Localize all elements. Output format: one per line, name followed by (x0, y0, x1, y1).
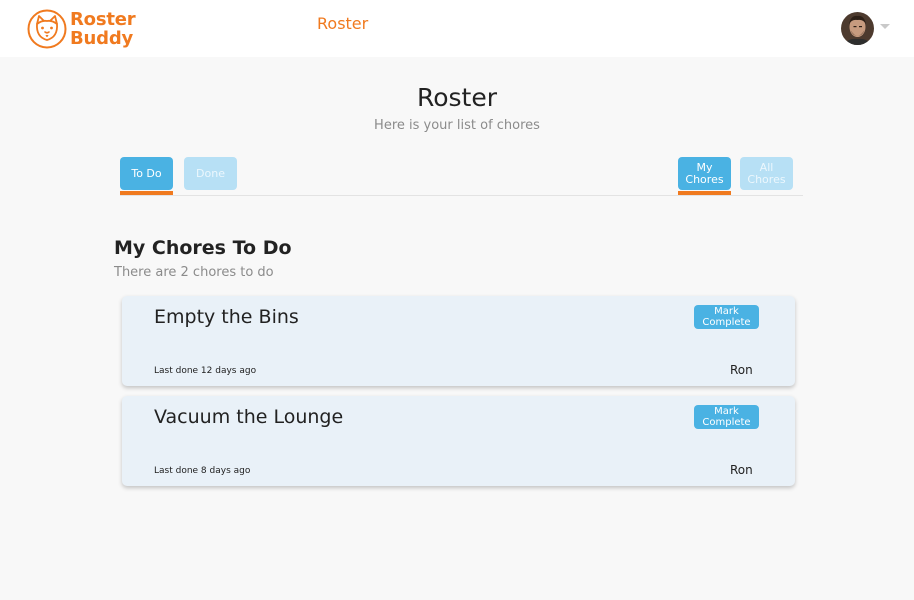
tab-to-do[interactable]: To Do (120, 157, 173, 190)
section-subtitle: There are 2 chores to do (114, 265, 274, 280)
page-title: Roster (416, 83, 498, 112)
mark-complete-button[interactable]: Mark Complete (694, 405, 759, 429)
top-bar: Roster Buddy Roster (0, 0, 914, 57)
nav-link-roster[interactable]: Roster (317, 14, 368, 34)
shiba-dog-logo-icon[interactable] (27, 9, 67, 49)
mark-complete-button[interactable]: Mark Complete (694, 305, 759, 329)
page-subtitle: Here is your list of chores (374, 118, 540, 133)
tabs-divider (120, 195, 803, 196)
brand-line-1: Roster (70, 9, 136, 30)
chevron-down-icon[interactable] (880, 24, 890, 29)
chore-title: Vacuum the Lounge (154, 406, 344, 428)
tab-my-chores[interactable]: My Chores (678, 157, 731, 190)
tab-done[interactable]: Done (184, 157, 237, 190)
chore-title: Empty the Bins (154, 306, 299, 328)
chore-last-done: Last done 8 days ago (154, 466, 251, 476)
chore-assignee: Ron (730, 463, 753, 477)
avatar[interactable] (841, 12, 874, 45)
chore-card: Vacuum the Lounge Mark Complete Last don… (122, 396, 795, 486)
tab-all-chores[interactable]: All Chores (740, 157, 793, 190)
chore-last-done: Last done 12 days ago (154, 366, 257, 376)
brand-line-2: Buddy (70, 28, 134, 49)
user-photo (841, 12, 874, 45)
section-title: My Chores To Do (114, 237, 292, 259)
chore-card: Empty the Bins Mark Complete Last done 1… (122, 296, 795, 386)
brand-name[interactable]: Roster Buddy (70, 9, 136, 49)
chore-assignee: Ron (730, 363, 753, 377)
